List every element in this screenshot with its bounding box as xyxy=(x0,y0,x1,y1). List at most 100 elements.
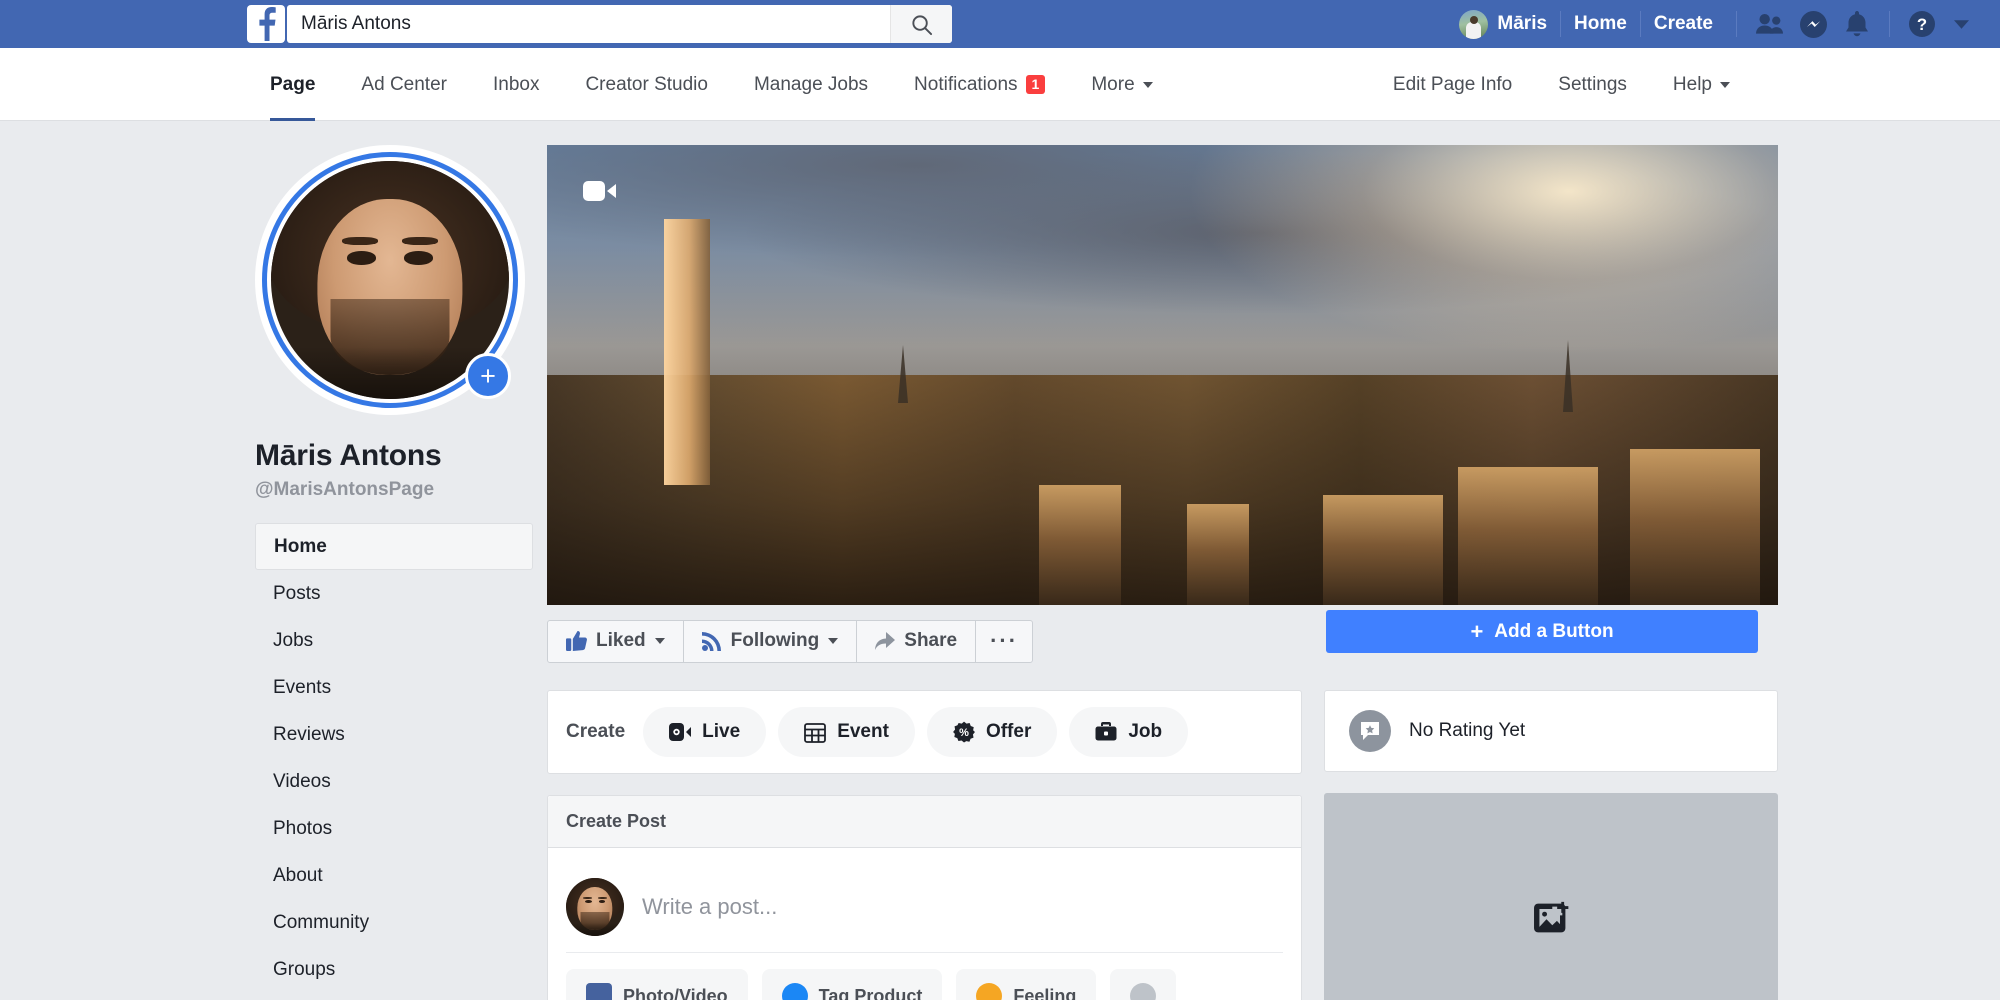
create-link[interactable]: Create xyxy=(1641,0,1726,48)
rating-text: No Rating Yet xyxy=(1409,720,1526,741)
account-dropdown-icon[interactable] xyxy=(1944,2,1978,46)
cover-spire xyxy=(897,344,908,403)
share-label: Share xyxy=(904,630,958,651)
friend-requests-icon[interactable] xyxy=(1747,2,1791,46)
sidebar-item-label: Community xyxy=(273,911,370,933)
add-profile-photo-icon[interactable]: + xyxy=(465,353,511,399)
rating-speech-star-icon xyxy=(1349,710,1391,752)
create-row: Create Live Event % Offer Job xyxy=(548,691,1301,773)
post-option-tag-product[interactable]: Tag Product xyxy=(761,969,943,1000)
sidebar-item-about[interactable]: About xyxy=(255,852,525,899)
edit-page-info-link[interactable]: Edit Page Info xyxy=(1370,48,1535,121)
post-option-feeling[interactable]: Feeling xyxy=(956,969,1097,1000)
top-navigation-bar: Māris Home Create xyxy=(0,0,2000,48)
create-job-button[interactable]: Job xyxy=(1069,707,1189,757)
cover-video-icon[interactable] xyxy=(583,179,617,208)
search-bar[interactable] xyxy=(287,5,952,43)
share-button[interactable]: Share xyxy=(856,619,977,663)
account-name: Māris xyxy=(1497,13,1548,34)
sidebar-item-label: Jobs xyxy=(273,629,314,651)
sidebar-item-reviews[interactable]: Reviews xyxy=(255,711,525,758)
account-link[interactable]: Māris xyxy=(1446,8,1560,40)
tab-label: Creator Studio xyxy=(585,73,708,95)
facebook-logo-icon[interactable] xyxy=(247,5,285,43)
help-icon[interactable]: ? xyxy=(1900,2,1944,46)
share-arrow-icon xyxy=(875,632,896,650)
chevron-down-icon xyxy=(828,638,839,644)
search-button[interactable] xyxy=(890,5,952,43)
sidebar-item-community[interactable]: Community xyxy=(255,899,525,946)
post-option-more[interactable] xyxy=(1110,969,1177,1000)
sidebar-item-label: Posts xyxy=(273,582,321,604)
sidebar-item-jobs[interactable]: Jobs xyxy=(255,617,525,664)
post-option-label: Photo/Video xyxy=(623,985,728,1000)
add-a-button-button[interactable]: + Add a Button xyxy=(1326,610,1758,653)
rating-card[interactable]: No Rating Yet xyxy=(1324,690,1778,772)
thumbs-up-icon xyxy=(566,631,587,651)
tab-notifications[interactable]: Notifications 1 xyxy=(891,48,1068,121)
create-post-body: Photo/Video Tag Product Feeling xyxy=(548,848,1301,1000)
cover-building xyxy=(1457,467,1598,605)
tab-more[interactable]: More xyxy=(1068,48,1175,121)
briefcase-job-icon xyxy=(1095,722,1117,741)
messenger-icon[interactable] xyxy=(1791,2,1835,46)
help-link[interactable]: Help xyxy=(1650,48,1753,121)
tab-page[interactable]: Page xyxy=(247,48,338,121)
create-post-header: Create Post xyxy=(548,796,1301,848)
more-options-icon: ··· xyxy=(990,628,1019,653)
create-label: Create xyxy=(566,721,626,742)
profile-picture-container[interactable]: + xyxy=(255,145,525,415)
tab-creator-studio[interactable]: Creator Studio xyxy=(562,48,731,121)
photo-placeholder-card[interactable] xyxy=(1324,793,1778,1000)
tag-product-icon xyxy=(781,983,808,1000)
photo-video-icon xyxy=(586,983,612,1000)
tool-label: Help xyxy=(1672,73,1712,95)
tab-label: More xyxy=(1091,73,1135,95)
notifications-bell-icon[interactable] xyxy=(1835,2,1879,46)
lower-right-column: No Rating Yet xyxy=(1324,690,1778,1000)
sidebar-item-posts[interactable]: Posts xyxy=(255,570,525,617)
cover-building xyxy=(1187,503,1250,605)
svg-text:%: % xyxy=(959,727,969,739)
liked-button[interactable]: Liked xyxy=(547,619,684,663)
tab-inbox[interactable]: Inbox xyxy=(470,48,562,121)
sidebar-item-events[interactable]: Events xyxy=(255,664,525,711)
sidebar-item-videos[interactable]: Videos xyxy=(255,758,525,805)
live-video-icon xyxy=(669,723,692,741)
search-input[interactable] xyxy=(287,5,890,43)
following-button[interactable]: Following xyxy=(682,619,858,663)
cover-photo[interactable] xyxy=(547,145,1778,605)
create-live-button[interactable]: Live xyxy=(643,707,767,757)
sidebar-item-home[interactable]: Home xyxy=(255,523,533,570)
cover-building xyxy=(1322,494,1443,605)
plus-icon: + xyxy=(1470,618,1484,644)
sidebar-item-label: Videos xyxy=(273,770,331,792)
avatar xyxy=(566,878,624,936)
tab-label: Page xyxy=(270,73,316,95)
settings-link[interactable]: Settings xyxy=(1535,48,1650,121)
create-card: Create Live Event % Offer Job xyxy=(547,690,1302,774)
following-label: Following xyxy=(730,630,820,651)
page-title: Māris Antons xyxy=(255,439,442,472)
more-options-button[interactable]: ··· xyxy=(975,619,1034,663)
page-action-buttons: Liked Following Share ··· xyxy=(547,619,1034,663)
sidebar-item-groups[interactable]: Groups xyxy=(255,946,525,993)
create-event-button[interactable]: Event xyxy=(778,707,915,757)
home-link[interactable]: Home xyxy=(1561,0,1640,48)
create-post-card: Create Post Write a post... Photo/Video … xyxy=(547,795,1302,1000)
create-offer-button[interactable]: % Offer xyxy=(926,707,1058,757)
notifications-badge: 1 xyxy=(1025,75,1046,94)
rss-following-icon xyxy=(701,632,721,651)
tab-ad-center[interactable]: Ad Center xyxy=(338,48,470,121)
divider xyxy=(1889,11,1890,37)
post-option-label: Tag Product xyxy=(818,985,923,1000)
page-main-column: Liked Following Share ··· + Add a Button… xyxy=(525,121,1778,1000)
sidebar-item-label: Photos xyxy=(273,817,333,839)
tab-manage-jobs[interactable]: Manage Jobs xyxy=(731,48,891,121)
lower-left-column: Create Live Event % Offer Job Create Pos… xyxy=(547,690,1302,1000)
sidebar-item-photos[interactable]: Photos xyxy=(255,805,525,852)
page-tools: Edit Page Info Settings Help xyxy=(1370,48,1753,121)
chevron-down-icon xyxy=(654,638,665,644)
post-option-photo-video[interactable]: Photo/Video xyxy=(566,969,748,1000)
create-post-input[interactable] xyxy=(642,868,1283,946)
